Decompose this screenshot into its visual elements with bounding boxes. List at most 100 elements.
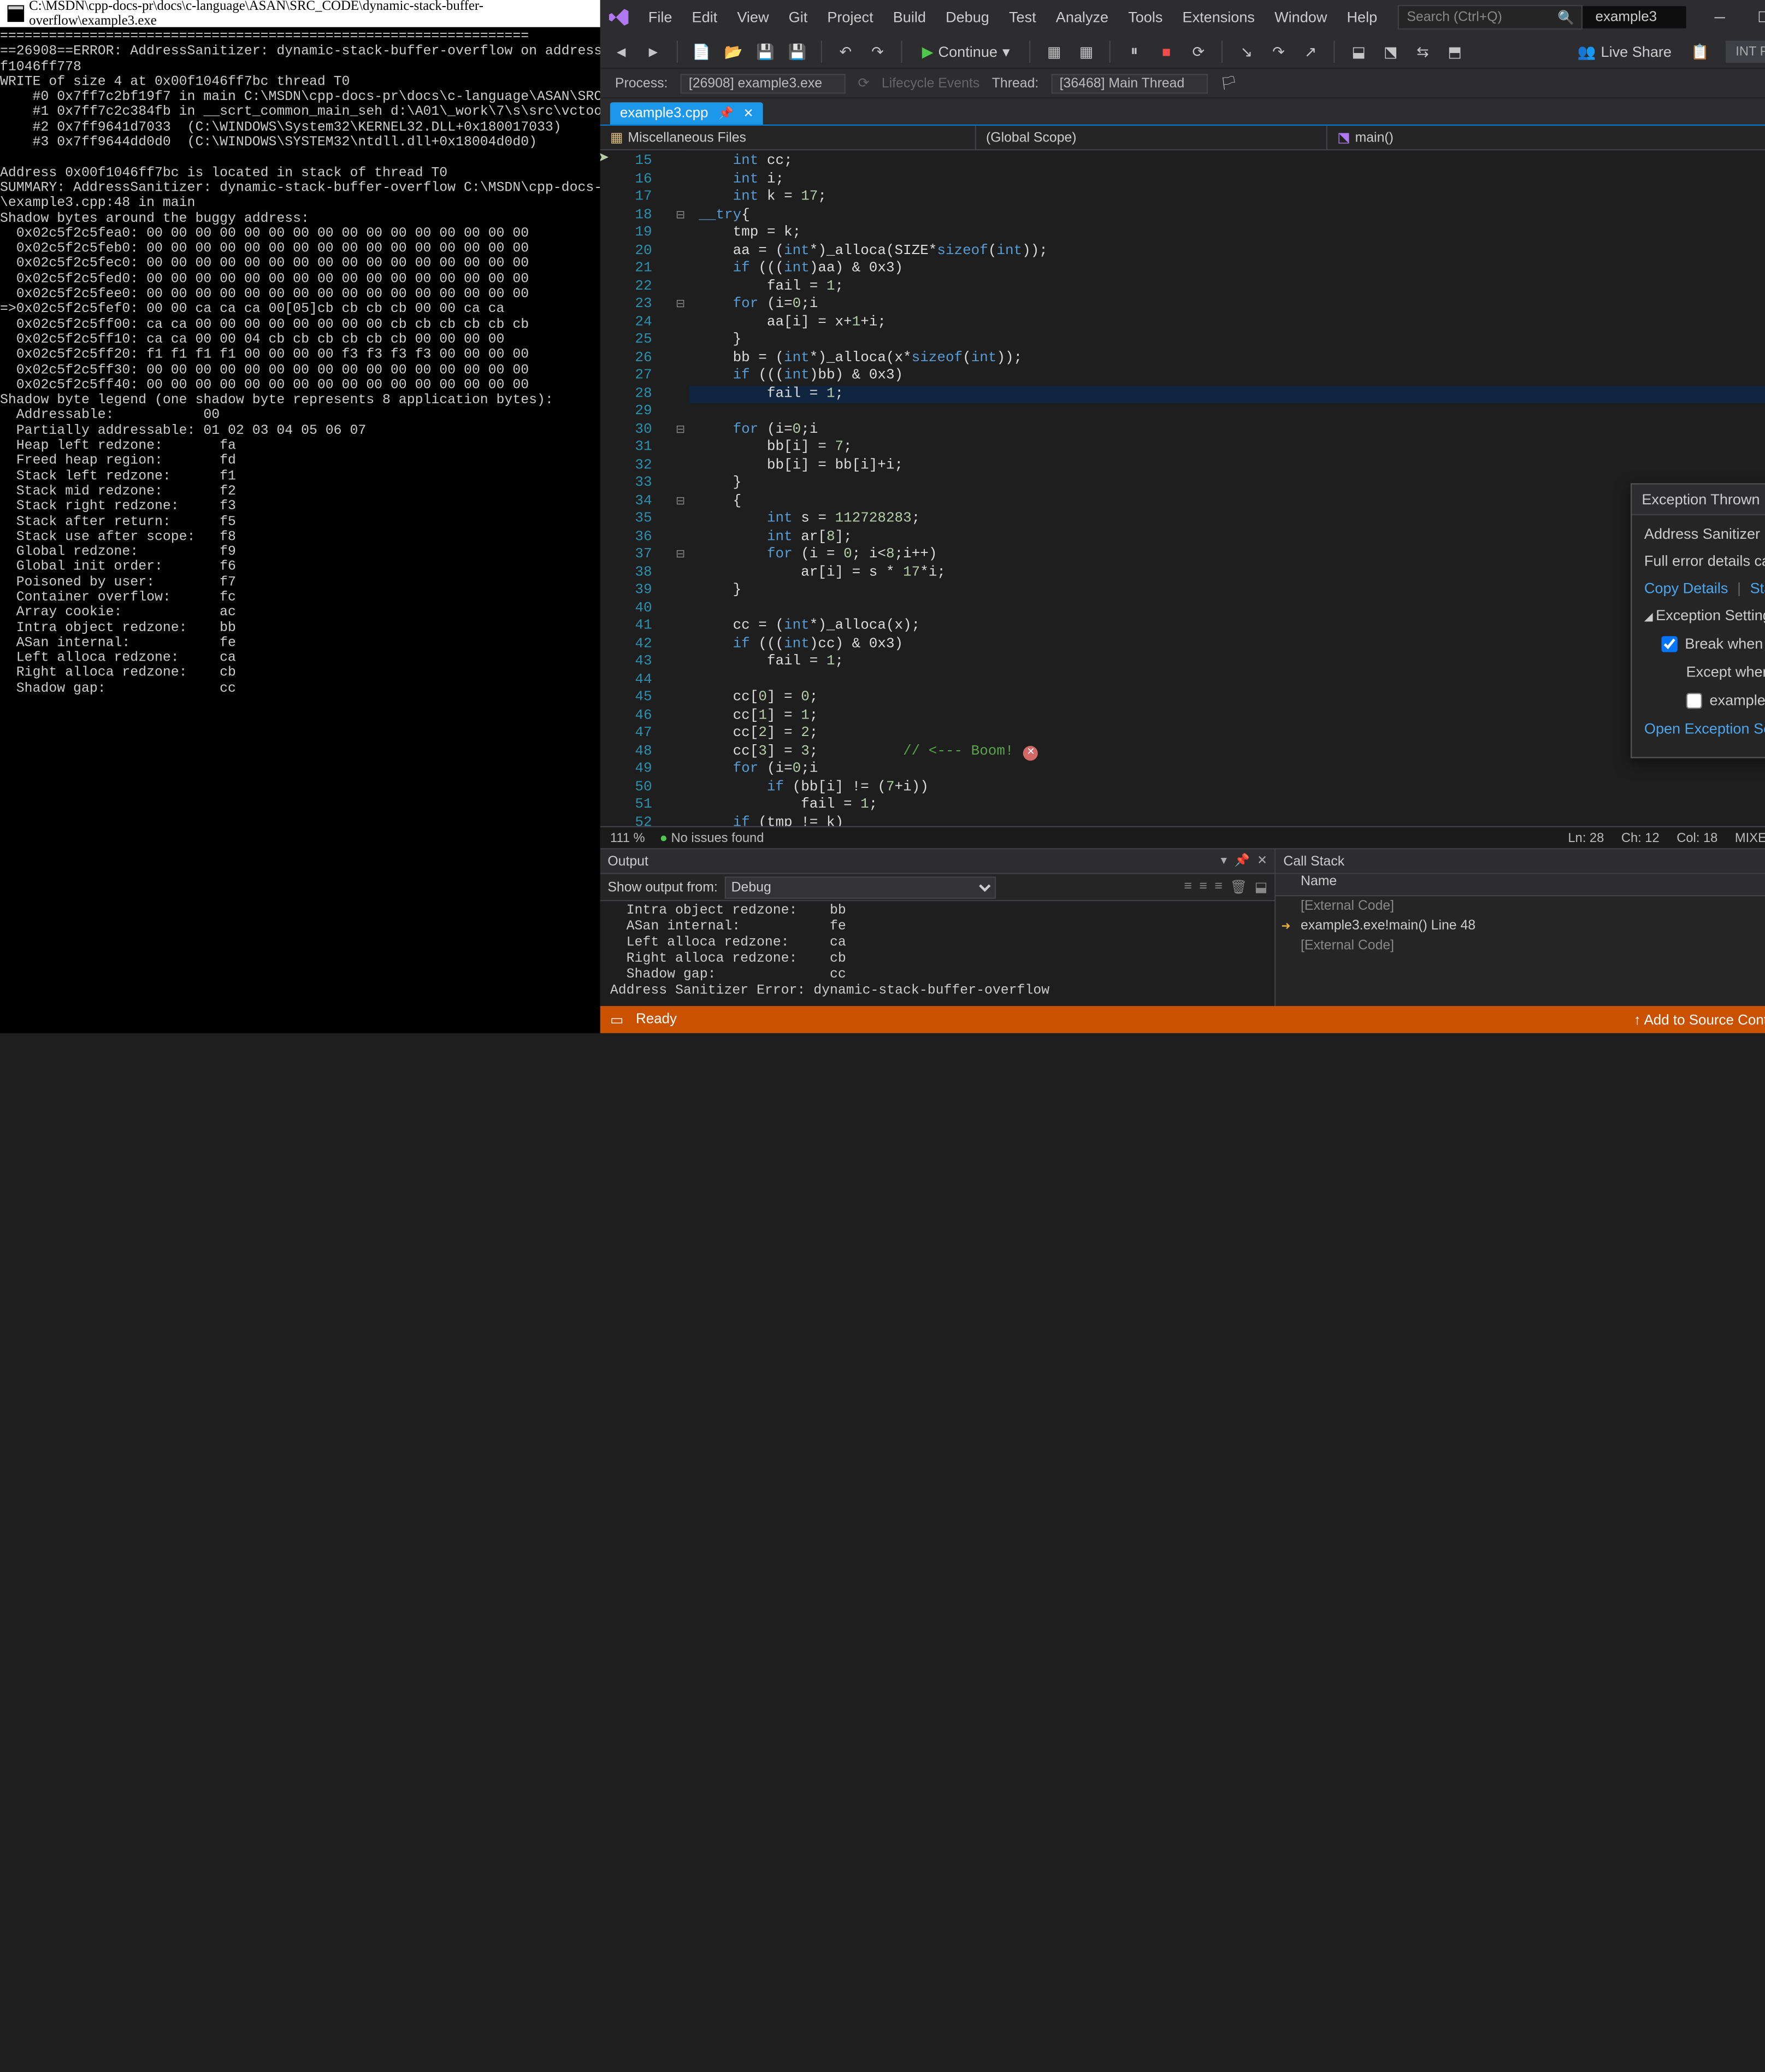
- callstack-row[interactable]: [External Code]: [1276, 896, 1765, 916]
- panel-pin-icon[interactable]: 📌: [1235, 855, 1250, 868]
- exception-settings-header[interactable]: Exception Settings: [1644, 607, 1765, 624]
- lifecycle-events[interactable]: Lifecycle Events: [882, 76, 979, 91]
- tb-extra-1[interactable]: ⬓: [1345, 38, 1372, 65]
- chevron-down-icon: ▾: [1002, 43, 1010, 60]
- navigation-bar: ▦Miscellaneous Files (Global Scope) ⬔mai…: [600, 126, 1765, 150]
- output-tb-5[interactable]: ⬓: [1255, 879, 1267, 895]
- nav-back-button[interactable]: ◄: [607, 38, 635, 65]
- maximize-button[interactable]: ☐: [1743, 3, 1765, 32]
- console-titlebar[interactable]: C:\MSDN\cpp-docs-pr\docs\c-language\ASAN…: [0, 0, 600, 27]
- copy-details-link[interactable]: Copy Details: [1644, 579, 1728, 597]
- code-editor[interactable]: 1516171819202122232425262728293031323334…: [600, 150, 1765, 826]
- vs-titlebar[interactable]: FileEditViewGitProjectBuildDebugTestAnal…: [600, 0, 1765, 34]
- nav-project[interactable]: ▦Miscellaneous Files: [600, 126, 976, 149]
- step-into-button[interactable]: ↘: [1233, 38, 1260, 65]
- panel-close-icon[interactable]: ✕: [1257, 855, 1267, 868]
- menu-view[interactable]: View: [729, 5, 778, 30]
- issues-indicator[interactable]: No issues found: [660, 831, 764, 845]
- tb-extra-3[interactable]: ⇆: [1409, 38, 1437, 65]
- menu-git[interactable]: Git: [780, 5, 816, 30]
- save-button[interactable]: 💾: [752, 38, 779, 65]
- except-module-checkbox[interactable]: [1686, 693, 1702, 709]
- live-share-button[interactable]: 👥 Live Share: [1568, 40, 1681, 62]
- thread-combo[interactable]: [36468] Main Thread: [1051, 73, 1208, 93]
- undo-button[interactable]: ↶: [832, 38, 859, 65]
- menu-analyze[interactable]: Analyze: [1047, 5, 1117, 30]
- add-source-control[interactable]: ↑ Add to Source Control ▴: [1634, 1011, 1765, 1028]
- menu-build[interactable]: Build: [884, 5, 935, 30]
- menu-edit[interactable]: Edit: [683, 5, 726, 30]
- output-tb-2[interactable]: ≡: [1200, 879, 1207, 895]
- process-combo[interactable]: [26908] example3.exe: [680, 73, 846, 93]
- line-numbers: 1516171819202122232425262728293031323334…: [600, 150, 672, 826]
- save-all-button[interactable]: 💾: [784, 38, 811, 65]
- menu-project[interactable]: Project: [819, 5, 882, 30]
- pause-button[interactable]: ⏸: [1121, 38, 1148, 65]
- menu-help[interactable]: Help: [1338, 5, 1386, 30]
- insert-mode[interactable]: MIXED: [1735, 831, 1765, 845]
- console-output[interactable]: ========================================…: [0, 27, 600, 697]
- exception-message: Address Sanitizer Error: dynamic-stack-b…: [1644, 525, 1765, 543]
- nav-fwd-button[interactable]: ►: [640, 38, 667, 65]
- tb-extra-4[interactable]: ⬒: [1441, 38, 1468, 65]
- redo-button[interactable]: ↷: [864, 38, 892, 65]
- flag-icon[interactable]: 🏳: [1220, 75, 1238, 91]
- document-tabs: example3.cpp 📌 ✕ ⚙ ▾: [600, 99, 1765, 126]
- zoom-level[interactable]: 111 %: [610, 831, 645, 845]
- callstack-row[interactable]: ➜example3.exe!main() Line 48C++: [1276, 916, 1765, 935]
- visual-studio-window: FileEditViewGitProjectBuildDebugTestAnal…: [600, 0, 1765, 1033]
- menu-window[interactable]: Window: [1266, 5, 1336, 30]
- code-content[interactable]: int cc; int i; int k = 17;__try{ tmp = k…: [689, 150, 1765, 826]
- pin-icon[interactable]: 📌: [718, 107, 734, 120]
- stop-button[interactable]: ■: [1153, 38, 1180, 65]
- cursor-line: Ln: 28: [1568, 831, 1604, 845]
- step-over-button[interactable]: ↷: [1265, 38, 1292, 65]
- menu-debug[interactable]: Debug: [937, 5, 997, 30]
- tab-example3-cpp[interactable]: example3.cpp 📌 ✕: [610, 102, 764, 125]
- new-file-button[interactable]: 📄: [688, 38, 715, 65]
- output-panel: Output ▾📌✕ Show output from: Debug ≡ ≡ ≡…: [600, 850, 1276, 1006]
- minimize-button[interactable]: ─: [1699, 3, 1741, 32]
- output-tb-4[interactable]: 🗑: [1230, 879, 1248, 895]
- output-tb-3[interactable]: ≡: [1215, 879, 1223, 895]
- output-source-combo[interactable]: Debug: [725, 876, 996, 898]
- fold-column[interactable]: ⊟⊟⊟⊟⊟: [672, 150, 689, 826]
- callstack-body[interactable]: [External Code]➜example3.exe!main() Line…: [1276, 896, 1765, 955]
- menu-extensions[interactable]: Extensions: [1174, 5, 1264, 30]
- output-text[interactable]: Intra object redzone: bb ASan internal: …: [600, 901, 1275, 1006]
- nav-scope[interactable]: (Global Scope): [976, 126, 1327, 149]
- start-live-share-link[interactable]: Start Live Share session...: [1750, 579, 1765, 597]
- continue-button[interactable]: ▶ Continue ▾: [912, 40, 1020, 62]
- cursor-col: Col: 18: [1677, 831, 1717, 845]
- console-window: C:\MSDN\cpp-docs-pr\docs\c-language\ASAN…: [0, 0, 600, 1033]
- open-button[interactable]: 📂: [720, 38, 747, 65]
- feedback-button[interactable]: 📋: [1686, 38, 1714, 65]
- menu-test[interactable]: Test: [1000, 5, 1044, 30]
- output-tb-1[interactable]: ≡: [1184, 879, 1191, 895]
- panel-dropdown-icon[interactable]: ▾: [1221, 855, 1227, 868]
- menu-tools[interactable]: Tools: [1119, 5, 1171, 30]
- vs-status-bar: ▭ Ready ↑ Add to Source Control ▴ 🔔: [600, 1006, 1765, 1033]
- output-from-label: Show output from:: [607, 880, 717, 894]
- callstack-header[interactable]: Name Lang: [1276, 874, 1765, 897]
- process-label: Process:: [615, 76, 668, 91]
- tb-extra-2[interactable]: ⬔: [1377, 38, 1404, 65]
- callstack-row[interactable]: [External Code]: [1276, 936, 1765, 956]
- search-box[interactable]: Search (Ctrl+Q) 🔍: [1398, 5, 1583, 30]
- debug-btn-1[interactable]: ▦: [1041, 38, 1068, 65]
- play-icon: ▶: [922, 43, 934, 60]
- step-out-button[interactable]: ↗: [1297, 38, 1324, 65]
- cmd-icon: [8, 5, 25, 22]
- except-when-label: Except when thrown from:: [1686, 663, 1765, 681]
- main-toolbar: ◄ ► 📄 📂 💾 💾 ↶ ↷ ▶ Continue ▾ ▦ ▦ ⏸ ■ ⟳: [600, 34, 1765, 69]
- open-exception-settings-link[interactable]: Open Exception Settings: [1644, 720, 1765, 738]
- break-on-exception-checkbox[interactable]: [1661, 636, 1677, 652]
- nav-function[interactable]: ⬔main(): [1327, 126, 1765, 149]
- debug-btn-2[interactable]: ▦: [1073, 38, 1100, 65]
- close-tab-icon[interactable]: ✕: [743, 107, 754, 120]
- thread-label: Thread:: [992, 76, 1039, 91]
- solution-name[interactable]: example3: [1583, 6, 1686, 28]
- restart-button[interactable]: ⟳: [1185, 38, 1212, 65]
- menu-file[interactable]: File: [640, 5, 681, 30]
- debug-location-toolbar: Process: [26908] example3.exe ⟳ Lifecycl…: [600, 69, 1765, 98]
